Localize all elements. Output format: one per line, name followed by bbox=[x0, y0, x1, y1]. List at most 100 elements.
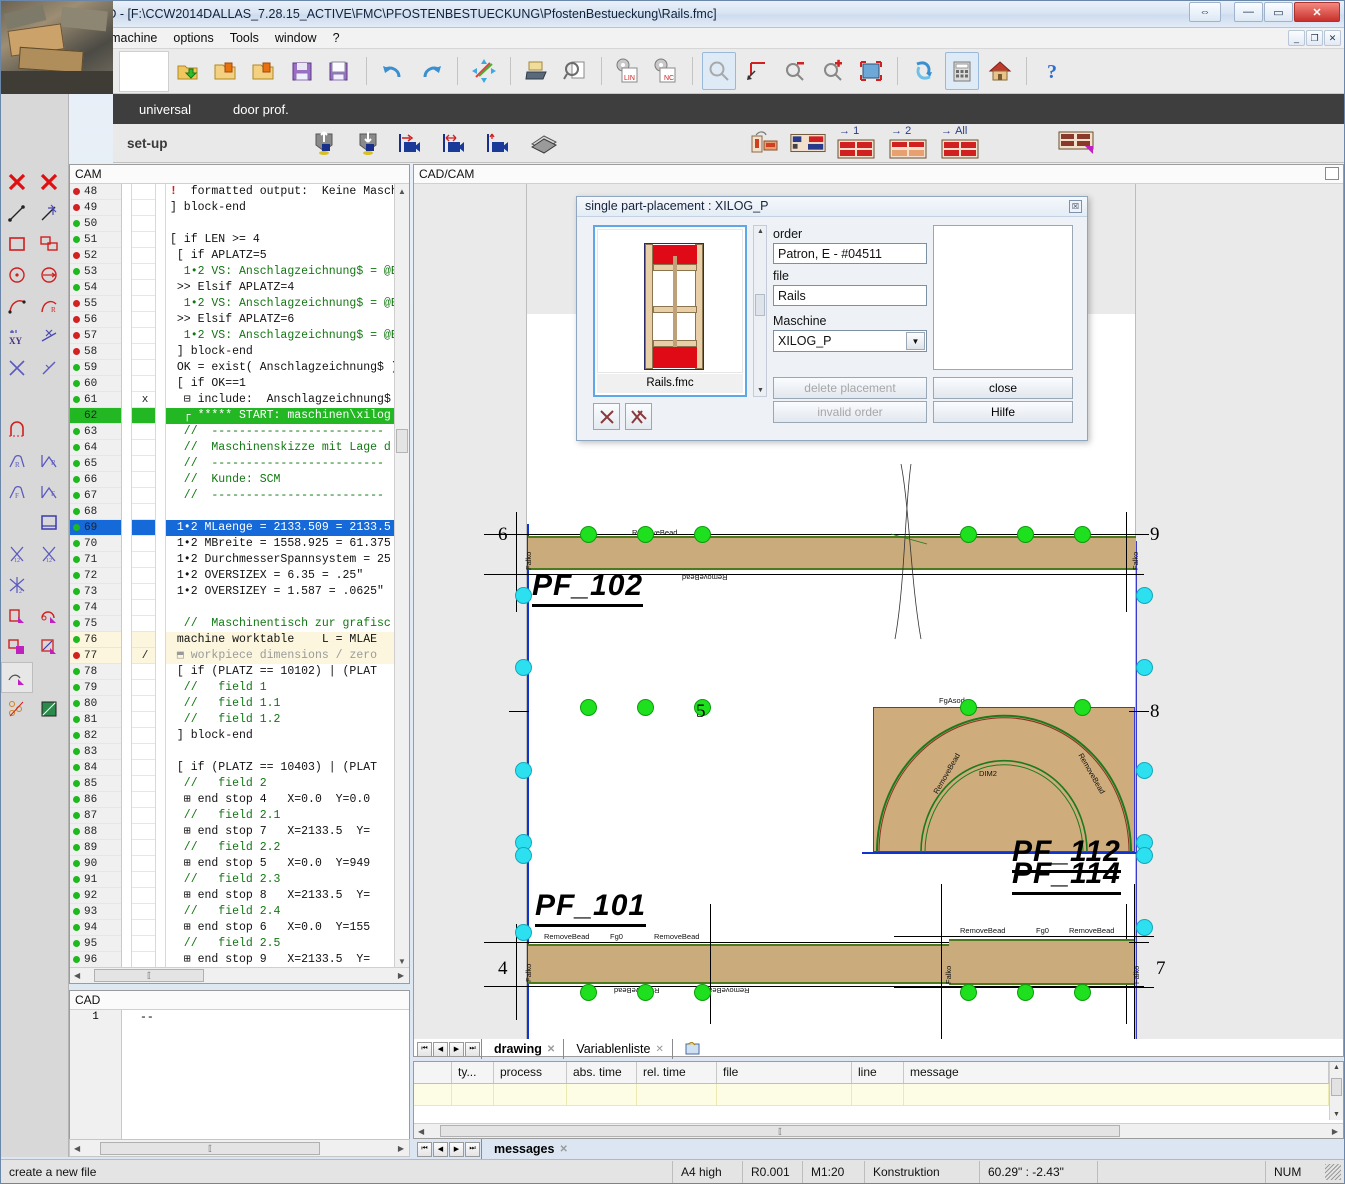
code-line[interactable]: 1•2 DurchmesserSpannsystem = 25 bbox=[166, 552, 409, 568]
mdi-restore-button[interactable]: ❐ bbox=[1306, 30, 1323, 46]
line-number[interactable]: 91 bbox=[70, 872, 121, 888]
line-number[interactable]: 64 bbox=[70, 440, 121, 456]
code-line[interactable]: // field 1 bbox=[166, 680, 409, 696]
place-1-icon[interactable]: → 1 bbox=[833, 126, 879, 160]
preview-scrollbar[interactable]: ▲▼ bbox=[753, 225, 767, 397]
breakpoint-icon[interactable] bbox=[73, 940, 80, 947]
menu-item-help[interactable]: ? bbox=[325, 29, 348, 47]
stack-icon[interactable] bbox=[525, 126, 563, 160]
delete-placement-button[interactable]: delete placement bbox=[773, 377, 927, 399]
line-number[interactable]: 50 bbox=[70, 216, 121, 232]
place-all-icon[interactable]: → All bbox=[937, 126, 983, 160]
table-layout-icon[interactable] bbox=[789, 126, 827, 160]
generate-lin-icon[interactable]: LIN bbox=[611, 52, 645, 90]
code-line[interactable]: // field 1.2 bbox=[166, 712, 409, 728]
point-xy-icon[interactable]: XY bbox=[1, 321, 33, 352]
code-line[interactable]: ⊞ end stop 4 X=0.0 Y=0.0 bbox=[166, 792, 409, 808]
code-line[interactable]: 1•2 VS: Anschlagzeichnung$ = @Bl bbox=[166, 328, 409, 344]
suction-point[interactable] bbox=[1136, 919, 1153, 936]
line-number[interactable]: 93 bbox=[70, 904, 121, 920]
line-number[interactable]: 72 bbox=[70, 568, 121, 584]
flip-left-icon[interactable] bbox=[481, 126, 519, 160]
column-header[interactable]: file bbox=[717, 1062, 852, 1083]
suction-point[interactable] bbox=[515, 847, 532, 864]
flip-both-icon[interactable] bbox=[437, 126, 475, 160]
breakpoint-icon[interactable] bbox=[73, 380, 80, 387]
calculator-icon[interactable] bbox=[945, 52, 979, 90]
close-button[interactable]: close bbox=[933, 377, 1073, 399]
code-line[interactable]: [ if (PLATZ == 10102) | (PLAT bbox=[166, 664, 409, 680]
code-line[interactable]: ⊟ include: Anschlagzeichnung$ bbox=[166, 392, 409, 408]
clamp-point[interactable] bbox=[960, 984, 977, 1001]
zoom-fit-icon[interactable] bbox=[854, 52, 888, 90]
order-field[interactable]: Patron, E - #04511 bbox=[773, 243, 927, 264]
code-line[interactable]: ┌ ***** START: maschinen\xilog bbox=[166, 408, 409, 424]
tab-drawing[interactable]: drawing ✕ bbox=[481, 1039, 563, 1059]
line-number[interactable]: 80 bbox=[70, 696, 121, 712]
flip-right-icon[interactable] bbox=[393, 126, 431, 160]
cam-code-lines[interactable]: ! formatted output: Keine Masch] block-e… bbox=[166, 184, 409, 969]
menu-item-window[interactable]: window bbox=[267, 29, 325, 47]
breakpoint-icon[interactable] bbox=[73, 428, 80, 435]
code-line[interactable]: ! formatted output: Keine Masch bbox=[166, 184, 409, 200]
refresh-icon[interactable] bbox=[907, 52, 941, 90]
move-rect-icon[interactable] bbox=[1, 631, 33, 662]
msg-tab-last-button[interactable]: ⏭ bbox=[465, 1142, 480, 1157]
breakpoint-icon[interactable] bbox=[73, 300, 80, 307]
line-number[interactable]: 83 bbox=[70, 744, 121, 760]
tab-first-button[interactable]: ⏮ bbox=[417, 1042, 432, 1057]
tab-drawing-close-icon[interactable]: ✕ bbox=[547, 1040, 555, 1059]
line-number[interactable]: 71 bbox=[70, 552, 121, 568]
print-icon[interactable] bbox=[520, 52, 554, 90]
breakpoint-icon[interactable] bbox=[73, 220, 80, 227]
messages-vertical-scrollbar[interactable]: ▲ ▼ bbox=[1329, 1062, 1343, 1120]
code-line[interactable]: // field 2 bbox=[166, 776, 409, 792]
line-number[interactable]: 78 bbox=[70, 664, 121, 680]
breakpoint-icon[interactable] bbox=[73, 268, 80, 275]
line-number[interactable]: 61 bbox=[70, 392, 121, 408]
tab-messages[interactable]: messages ✕ bbox=[481, 1139, 576, 1159]
code-line[interactable]: machine worktable L = MLAE bbox=[166, 632, 409, 648]
file-field[interactable]: Rails bbox=[773, 285, 927, 306]
tab-prev-button[interactable]: ◀ bbox=[433, 1042, 448, 1057]
generate-nc-icon[interactable]: NC bbox=[649, 52, 683, 90]
line-number[interactable]: 92 bbox=[70, 888, 121, 904]
breakpoint-icon[interactable] bbox=[73, 204, 80, 211]
code-line[interactable]: // Maschinentisch zur grafisc bbox=[166, 616, 409, 632]
msg-tab-prev-button[interactable]: ◀ bbox=[433, 1142, 448, 1157]
breakpoint-icon[interactable] bbox=[73, 524, 80, 531]
breakpoint-icon[interactable] bbox=[73, 780, 80, 787]
breakpoint-icon[interactable] bbox=[73, 604, 80, 611]
suction-point[interactable] bbox=[515, 587, 532, 604]
code-line[interactable]: ⊞ end stop 5 X=0.0 Y=949 bbox=[166, 856, 409, 872]
breakpoint-icon[interactable] bbox=[73, 460, 80, 467]
breakpoint-icon[interactable] bbox=[73, 908, 80, 915]
fillet-radius-icon[interactable]: R bbox=[1, 445, 33, 476]
line-number[interactable]: 66 bbox=[70, 472, 121, 488]
open-folder-icon[interactable] bbox=[209, 52, 243, 90]
cad-horizontal-scrollbar[interactable]: ◀ ⟦ ▶ bbox=[69, 1139, 410, 1157]
code-line[interactable]: [ if (PLATZ == 10403) | (PLAT bbox=[166, 760, 409, 776]
breakpoint-icon[interactable] bbox=[73, 892, 80, 899]
module-tab-door-prof[interactable]: door prof. bbox=[217, 102, 305, 117]
clamp-point[interactable] bbox=[580, 984, 597, 1001]
code-line[interactable]: [ if OK==1 bbox=[166, 376, 409, 392]
breakpoint-icon[interactable] bbox=[73, 572, 80, 579]
zoom-icon[interactable] bbox=[702, 52, 736, 90]
save-icon[interactable] bbox=[285, 52, 319, 90]
line-number[interactable]: 82 bbox=[70, 728, 121, 744]
line-number[interactable]: 84 bbox=[70, 760, 121, 776]
line-number[interactable]: 59 bbox=[70, 360, 121, 376]
pattern-icon[interactable] bbox=[1, 693, 33, 724]
line-number[interactable]: 54 bbox=[70, 280, 121, 296]
window-resize-button[interactable]: ⇔ bbox=[1189, 2, 1221, 22]
delete-all-icon[interactable] bbox=[33, 166, 65, 197]
suction-point[interactable] bbox=[1136, 659, 1153, 676]
breakpoint-icon[interactable] bbox=[73, 444, 80, 451]
breakpoint-icon[interactable] bbox=[73, 700, 80, 707]
msg-tab-first-button[interactable]: ⏮ bbox=[417, 1142, 432, 1157]
code-line[interactable]: ⊞ end stop 8 X=2133.5 Y= bbox=[166, 888, 409, 904]
clamp-point[interactable] bbox=[694, 526, 711, 543]
breakpoint-icon[interactable] bbox=[73, 588, 80, 595]
breakpoint-icon[interactable] bbox=[73, 284, 80, 291]
